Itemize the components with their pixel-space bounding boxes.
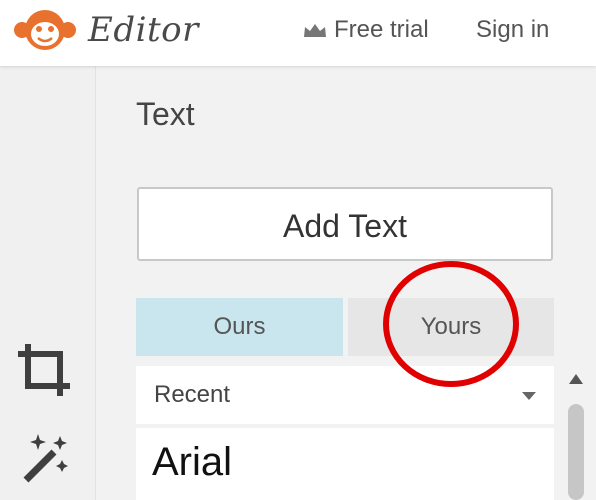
font-filter-dropdown[interactable]: Recent [136,366,554,424]
scroll-up-arrow-icon[interactable] [569,374,583,384]
tool-rail [0,66,96,500]
free-trial-label: Free trial [334,16,429,43]
font-name: Arial [152,440,233,484]
magic-wand-icon[interactable] [14,428,74,488]
chevron-down-icon [522,392,536,400]
scrollbar-thumb[interactable] [568,404,584,500]
crop-icon[interactable] [14,340,74,400]
free-trial-link[interactable]: Free trial [302,14,429,46]
tab-yours[interactable]: Yours [348,298,554,356]
sign-in-link[interactable]: Sign in [476,14,549,46]
font-list-item[interactable]: Arial [136,428,554,500]
app-title: Editor [88,10,199,50]
crown-icon [304,24,326,37]
tab-ours[interactable]: Ours [136,298,343,356]
dropdown-selected-value: Recent [154,381,231,408]
add-text-button[interactable]: Add Text [137,187,553,261]
monkey-logo-icon[interactable] [12,6,78,54]
top-bar: Editor Free trial Sign in [0,0,596,66]
panel-title: Text [136,96,195,132]
